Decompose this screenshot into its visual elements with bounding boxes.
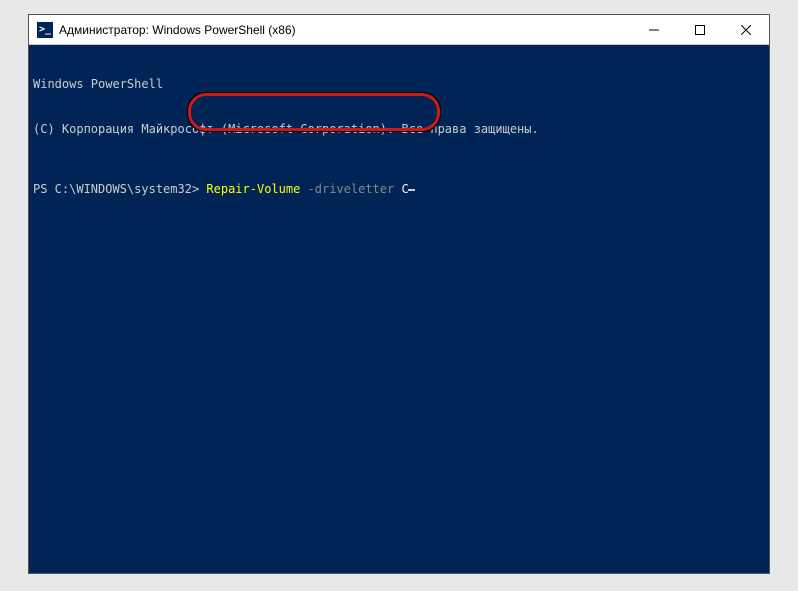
- powershell-window: >_ Администратор: Windows PowerShell (x8…: [28, 14, 770, 574]
- close-button[interactable]: [723, 15, 769, 44]
- titlebar[interactable]: >_ Администратор: Windows PowerShell (x8…: [29, 15, 769, 45]
- terminal-header-line: Windows PowerShell: [33, 77, 765, 92]
- maximize-button[interactable]: [677, 15, 723, 44]
- powershell-icon: >_: [37, 22, 53, 38]
- window-title: Администратор: Windows PowerShell (x86): [59, 23, 631, 37]
- prompt-line: PS C:\WINDOWS\system32> Repair-Volume -d…: [33, 182, 765, 197]
- minimize-icon: [649, 25, 659, 35]
- command-value: C: [394, 182, 408, 197]
- command-param: -driveletter: [300, 182, 394, 197]
- close-icon: [741, 25, 751, 35]
- maximize-icon: [695, 25, 705, 35]
- prompt-text: PS C:\WINDOWS\system32>: [33, 182, 206, 197]
- cursor: [408, 189, 415, 191]
- terminal-copyright-line: (С) Корпорация Майкрософт (Microsoft Cor…: [33, 122, 765, 137]
- powershell-icon-glyph: >_: [39, 25, 51, 35]
- terminal-area[interactable]: Windows PowerShell (С) Корпорация Майкро…: [29, 45, 769, 573]
- minimize-button[interactable]: [631, 15, 677, 44]
- command-verb: Repair-Volume: [206, 182, 300, 197]
- window-controls: [631, 15, 769, 44]
